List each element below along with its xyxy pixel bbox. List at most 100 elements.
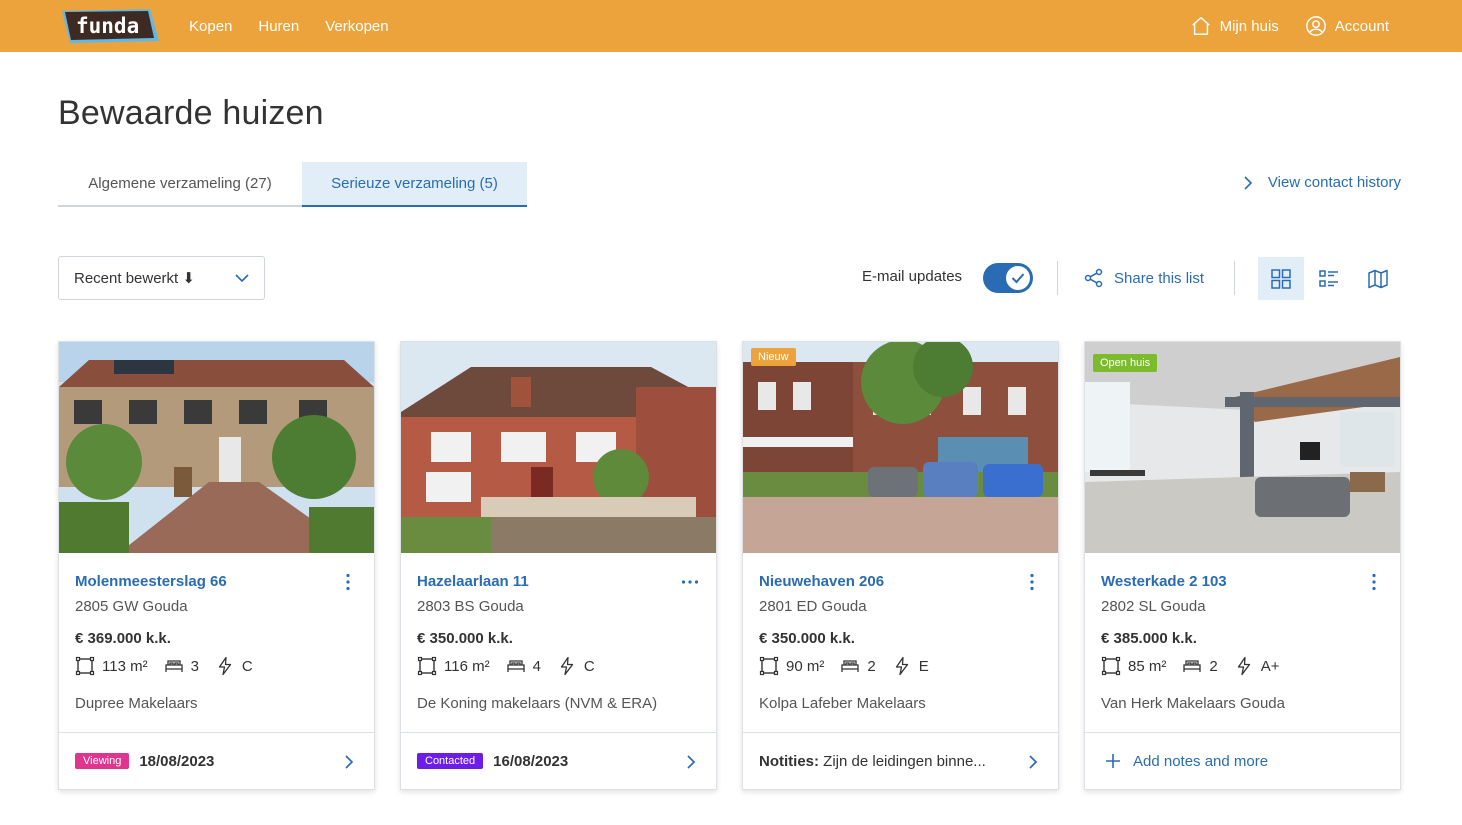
more-options-button[interactable] [338, 572, 358, 592]
my-home-label: Mijn huis [1219, 17, 1279, 35]
nav-huren[interactable]: Huren [258, 18, 299, 35]
user-circle-icon [1305, 16, 1326, 36]
contact-history-label: View contact history [1267, 174, 1401, 191]
more-options-button[interactable] [1364, 572, 1384, 592]
tab-general-collection[interactable]: Algemene verzameling (27) [58, 162, 302, 207]
card-footer[interactable]: Add notes and more [1085, 732, 1400, 789]
share-list-button[interactable]: Share this list [1084, 268, 1204, 288]
listing-price: € 369.000 k.k. [75, 630, 171, 647]
email-updates-toggle[interactable] [983, 263, 1033, 293]
lightning-icon [895, 656, 908, 676]
add-notes-label: Add notes and more [1133, 752, 1269, 770]
rooms-value: 2 [1209, 657, 1218, 675]
listing-card[interactable]: Nieuw Nieuwehaven 206 2801 ED Gouda € 35… [742, 341, 1059, 790]
area-icon [417, 656, 437, 676]
rooms-feature: 4 [506, 656, 541, 676]
share-icon [1084, 268, 1103, 288]
energy-feature: C [557, 656, 595, 676]
sort-label: Recent bewerkt ⬇ [74, 270, 195, 287]
area-value: 113 m² [102, 657, 148, 675]
status-date: 18/08/2023 [139, 752, 215, 770]
energy-feature: A+ [1234, 656, 1279, 676]
rooms-feature: 3 [164, 656, 199, 676]
chevron-right-icon [345, 755, 354, 769]
add-notes-button[interactable]: Add notes and more [1101, 753, 1268, 770]
listing-features: 113 m² 3 C [75, 656, 253, 676]
listing-price: € 350.000 k.k. [759, 630, 855, 647]
listing-address[interactable]: Molenmeesterslag 66 [75, 573, 227, 590]
kebab-menu-icon [1372, 573, 1376, 591]
share-label: Share this list [1114, 269, 1205, 287]
listing-features: 85 m² 2 A+ [1101, 656, 1279, 676]
bed-icon [164, 660, 183, 672]
listing-agent: Kolpa Lafeber Makelaars [759, 695, 926, 712]
energy-value: E [918, 657, 929, 675]
list-view-button[interactable] [1306, 257, 1352, 300]
rooms-feature: 2 [1182, 656, 1218, 676]
notes-preview: Notities: Zijn de leidingen binne... [759, 753, 986, 770]
listing-postal: 2802 SL Gouda [1101, 598, 1206, 615]
lightning-icon [1237, 656, 1250, 676]
listing-card[interactable]: Hazelaarlaan 11 2803 BS Gouda € 350.000 … [400, 341, 717, 790]
rooms-value: 2 [867, 657, 876, 675]
listing-address[interactable]: Nieuwehaven 206 [759, 573, 884, 590]
map-view-button[interactable] [1355, 257, 1401, 300]
my-home-link[interactable]: Mijn huis [1190, 15, 1279, 37]
listing-card[interactable]: Molenmeesterslag 66 2805 GW Gouda € 369.… [58, 341, 375, 790]
grid-view-button[interactable] [1258, 257, 1304, 300]
new-badge: Nieuw [751, 348, 796, 366]
listing-photo[interactable] [401, 342, 716, 553]
listing-agent: Van Herk Makelaars Gouda [1101, 695, 1285, 712]
toolbar-divider [1234, 261, 1235, 295]
bed-icon [1183, 660, 1201, 672]
listing-photo[interactable]: Open huis [1085, 342, 1400, 553]
listing-features: 90 m² 2 E [759, 656, 929, 676]
listing-price: € 385.000 k.k. [1101, 630, 1197, 647]
logo-text: funda [76, 14, 139, 38]
map-view-icon [1368, 269, 1388, 288]
status-badge: Contacted [417, 753, 484, 769]
area-icon [1101, 656, 1121, 676]
listing-agent: De Koning makelaars (NVM & ERA) [417, 695, 658, 712]
listing-card[interactable]: Open huis Westerkade 2 103 2802 SL Gouda… [1084, 341, 1401, 790]
chevron-down-icon [235, 274, 249, 283]
listing-address[interactable]: Westerkade 2 103 [1101, 573, 1227, 590]
area-value: 116 m² [444, 657, 490, 675]
tab-serious-collection[interactable]: Serieuze verzameling (5) [302, 162, 527, 207]
energy-feature: C [215, 656, 253, 676]
list-view-icon [1319, 269, 1338, 287]
listing-photo[interactable] [59, 342, 374, 553]
notes-text: Zijn de leidingen binne... [823, 752, 986, 770]
more-horizontal-icon [681, 580, 699, 584]
card-footer[interactable]: Contacted 16/08/2023 [401, 732, 716, 789]
sort-select[interactable]: Recent bewerkt ⬇ [58, 256, 265, 300]
listing-postal: 2801 ED Gouda [759, 598, 867, 615]
card-footer[interactable]: Notities: Zijn de leidingen binne... [743, 732, 1058, 789]
listing-agent: Dupree Makelaars [75, 695, 198, 712]
more-options-button[interactable] [680, 572, 700, 592]
listing-address[interactable]: Hazelaarlaan 11 [417, 573, 529, 590]
account-link[interactable]: Account [1305, 15, 1389, 37]
status-date: 16/08/2023 [493, 752, 569, 770]
toolbar-divider [1057, 261, 1058, 295]
rooms-value: 4 [532, 657, 541, 675]
email-updates-label: E-mail updates [862, 268, 963, 285]
view-contact-history-link[interactable]: View contact history [1242, 174, 1401, 191]
card-footer[interactable]: Viewing 18/08/2023 [59, 732, 374, 789]
nav-kopen[interactable]: Kopen [189, 18, 232, 35]
notes-label: Notities: [759, 752, 819, 770]
listing-photo[interactable]: Nieuw [743, 342, 1058, 553]
area-feature: 90 m² [759, 656, 824, 676]
more-options-button[interactable] [1022, 572, 1042, 592]
plus-icon [1106, 754, 1120, 768]
top-header: funda Kopen Huren Verkopen Mijn huis Acc… [0, 0, 1462, 52]
funda-logo[interactable]: funda [58, 7, 160, 45]
rooms-feature: 2 [840, 656, 876, 676]
energy-value: C [241, 657, 253, 675]
toggle-knob [1006, 266, 1030, 290]
area-value: 85 m² [1128, 657, 1167, 675]
nav-verkopen[interactable]: Verkopen [325, 18, 388, 35]
lightning-icon [560, 656, 574, 676]
area-feature: 116 m² [417, 656, 490, 676]
chevron-right-icon [687, 755, 696, 769]
